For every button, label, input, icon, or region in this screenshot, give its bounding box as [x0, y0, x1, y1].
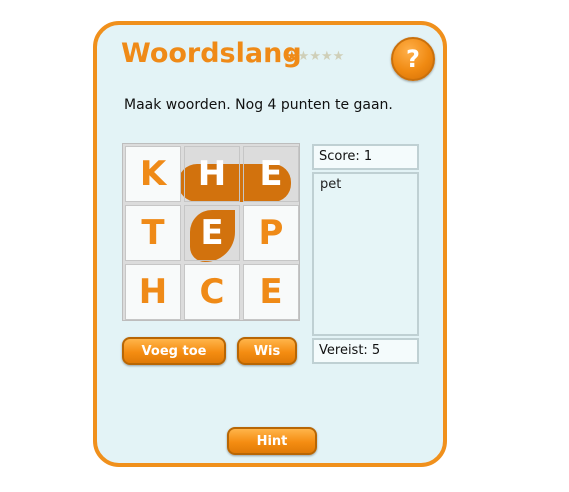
grid-cell-selected[interactable]: H	[184, 146, 240, 202]
instruction-text: Maak woorden. Nog 4 punten te gaan.	[124, 97, 393, 113]
letter-grid: K H E T E P H C E	[122, 143, 300, 321]
star-icon: ★	[332, 49, 345, 64]
hint-button[interactable]: Hint	[227, 427, 317, 455]
star-icon: ★	[309, 49, 321, 64]
grid-cell[interactable]: P	[243, 205, 299, 261]
clear-button[interactable]: Wis	[237, 337, 297, 365]
grid-cell[interactable]: H	[125, 264, 181, 320]
game-title: Woordslang	[121, 38, 302, 69]
required-display: Vereist: 5	[312, 338, 419, 364]
star-icon: ★	[297, 49, 310, 64]
add-word-button[interactable]: Voeg toe	[122, 337, 226, 365]
grid-cell[interactable]: E	[243, 264, 299, 320]
star-rating: ★★★★★	[286, 50, 344, 63]
star-icon: ★	[286, 49, 298, 64]
grid-cell[interactable]: K	[125, 146, 181, 202]
grid-cell[interactable]: T	[125, 205, 181, 261]
grid-cell-selected[interactable]: E	[243, 146, 299, 202]
grid-cell-selected[interactable]: E	[184, 205, 240, 261]
found-words-list[interactable]: pet	[312, 172, 419, 336]
star-icon: ★	[320, 49, 333, 64]
list-item: pet	[320, 177, 342, 192]
grid-cell[interactable]: C	[184, 264, 240, 320]
help-button[interactable]: ?	[391, 37, 435, 81]
score-display: Score: 1	[312, 144, 419, 170]
